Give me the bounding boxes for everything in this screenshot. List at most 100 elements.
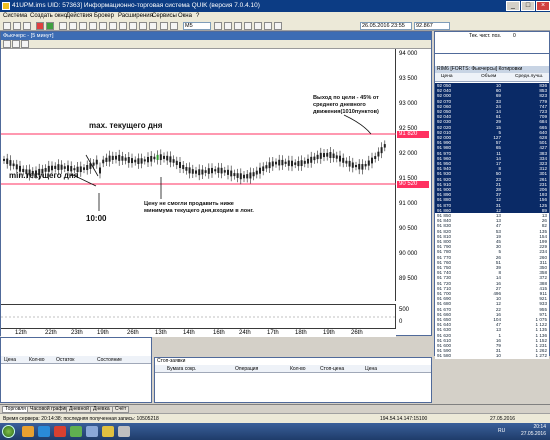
alerts-icon[interactable] xyxy=(139,22,147,30)
menu-broker[interactable]: Брокер xyxy=(94,13,114,19)
col-cumulative: Средн.лучш. xyxy=(515,74,544,79)
chart-props-icon[interactable] xyxy=(3,40,11,48)
menu-actions[interactable]: Действия xyxy=(66,13,92,19)
candle-body xyxy=(195,170,197,174)
price-plot[interactable]: max. текущего дня min.текущего дня 10:00… xyxy=(1,49,396,301)
connect-icon[interactable] xyxy=(46,22,54,30)
candle-body xyxy=(92,162,95,166)
volume-plot[interactable] xyxy=(1,304,396,328)
status-connection: 194.54.14.147:15100 xyxy=(380,416,428,422)
app-icon-green[interactable] xyxy=(70,426,82,437)
high-price-tag: 91 820 xyxy=(397,131,429,138)
menu-extensions[interactable]: Расширения xyxy=(118,13,153,19)
open-icon[interactable] xyxy=(3,22,11,30)
stop-order-icon[interactable] xyxy=(99,22,107,30)
crosshair-icon[interactable] xyxy=(234,22,242,30)
quotes-table[interactable]: 92 050 10 836 92 040 60 853 92 000 69 823 92 070 3… xyxy=(435,83,549,359)
tab-account[interactable]: Счёт xyxy=(112,406,130,413)
candle-body xyxy=(284,161,287,164)
close-button[interactable]: × xyxy=(536,1,550,11)
browser-icon[interactable] xyxy=(38,426,50,437)
quik-taskbar-icon[interactable] xyxy=(102,426,114,437)
news-icon[interactable] xyxy=(129,22,137,30)
tab-hourly-chart[interactable]: Часовой график xyxy=(27,406,71,413)
window-title: 41UPM.ims UID: 57363] Информационно-торг… xyxy=(12,2,260,9)
app-icon-gray[interactable] xyxy=(118,426,130,437)
draw-line-icon[interactable] xyxy=(160,22,168,30)
menu-help[interactable]: ? xyxy=(196,13,199,19)
position-value: 0 xyxy=(513,33,516,39)
maximize-button[interactable]: □ xyxy=(521,1,535,11)
menu-create-window[interactable]: Создать окно xyxy=(30,13,67,19)
stop-icon[interactable] xyxy=(36,22,44,30)
candle-body xyxy=(329,152,332,159)
tab-daily[interactable]: Дневной xyxy=(66,406,92,413)
quotes-panel: Тек. чист. поз. 0 RIM6 [FORTS: Фьючерсы]… xyxy=(434,31,550,359)
x-label: 22th xyxy=(45,330,57,336)
save-icon[interactable] xyxy=(13,22,21,30)
candle-body xyxy=(9,160,12,166)
chart-remove-icon[interactable] xyxy=(21,40,29,48)
candle-body xyxy=(297,161,300,167)
chart-title[interactable]: Фьючерс - [5 минут] xyxy=(1,32,431,40)
menu-services[interactable]: Сервисы xyxy=(152,13,177,19)
print-icon[interactable] xyxy=(23,22,31,30)
clock[interactable]: 20:14 27.05.2016 xyxy=(521,424,546,438)
quotes-title[interactable]: RIM6 [FORTS: Фьючерсы] Котировки xyxy=(435,66,549,73)
app-icon xyxy=(2,2,10,10)
chart-toolbar xyxy=(1,40,431,49)
candle-body xyxy=(374,156,377,159)
candle-body xyxy=(252,172,255,177)
bid-row[interactable]: 91 580 10 1 272 xyxy=(435,353,549,359)
app-icon-blue[interactable] xyxy=(86,426,98,437)
start-button[interactable] xyxy=(2,425,15,438)
candle-body xyxy=(220,167,223,174)
tab-trading[interactable]: Торговля xyxy=(2,406,29,413)
candle-body xyxy=(147,156,149,163)
status-bar: Время сервера: 20:14:38; последняя получ… xyxy=(0,413,550,423)
zoom-out-icon[interactable] xyxy=(224,22,232,30)
candle-body xyxy=(12,163,15,167)
template-icon[interactable] xyxy=(254,22,262,30)
candle-body xyxy=(191,169,194,174)
minimize-button[interactable]: _ xyxy=(506,1,520,11)
indicator-icon[interactable] xyxy=(244,22,252,30)
candle-body xyxy=(335,155,338,159)
candle-body xyxy=(60,164,63,170)
price-field[interactable]: 92.867 xyxy=(414,22,450,30)
candle-body xyxy=(121,156,124,161)
interval-select[interactable]: M5 xyxy=(183,22,211,30)
price-axis[interactable]: 94 000 93 500 93 000 92 500 92 000 91 50… xyxy=(397,49,431,328)
order-icon[interactable] xyxy=(89,22,97,30)
status-date: 27.05.2016 xyxy=(490,416,516,422)
x-label: 17th xyxy=(267,330,279,336)
datetime-field[interactable]: 26.05.2016 23:55 xyxy=(360,22,412,30)
language-indicator[interactable]: RU xyxy=(498,428,505,434)
explorer-icon[interactable] xyxy=(22,426,34,437)
x-label: 16th xyxy=(213,330,225,336)
media-icon[interactable] xyxy=(54,426,66,437)
scale-icon[interactable] xyxy=(264,22,272,30)
candle-body xyxy=(233,173,236,177)
portfolio-icon[interactable] xyxy=(119,22,127,30)
quotes-icon[interactable] xyxy=(79,22,87,30)
grid-icon[interactable] xyxy=(274,22,282,30)
chart-add-icon[interactable] xyxy=(12,40,20,48)
cursor-icon[interactable] xyxy=(170,22,178,30)
tab-dnevka[interactable]: Дневка xyxy=(90,406,113,413)
settings-icon[interactable] xyxy=(149,22,157,30)
col-volume: Объем xyxy=(481,74,497,79)
table-icon[interactable] xyxy=(59,22,67,30)
time-axis[interactable]: 12th 22th 23th 19th 26th 13th 14th 16th … xyxy=(1,328,396,337)
title-bar: 41UPM.ims UID: 57363] Информационно-торг… xyxy=(0,0,550,12)
trades-icon[interactable] xyxy=(109,22,117,30)
candle-body xyxy=(73,168,76,171)
menu-system[interactable]: Система xyxy=(3,13,27,19)
chart-icon[interactable] xyxy=(69,22,77,30)
x-label: 24th xyxy=(239,330,251,336)
orders-table: Цена Кол-во Остаток Состояние xyxy=(0,337,152,403)
zoom-in-icon[interactable] xyxy=(214,22,222,30)
menu-windows[interactable]: Окна xyxy=(178,13,192,19)
candle-body xyxy=(172,159,175,163)
candle-body xyxy=(278,159,281,166)
